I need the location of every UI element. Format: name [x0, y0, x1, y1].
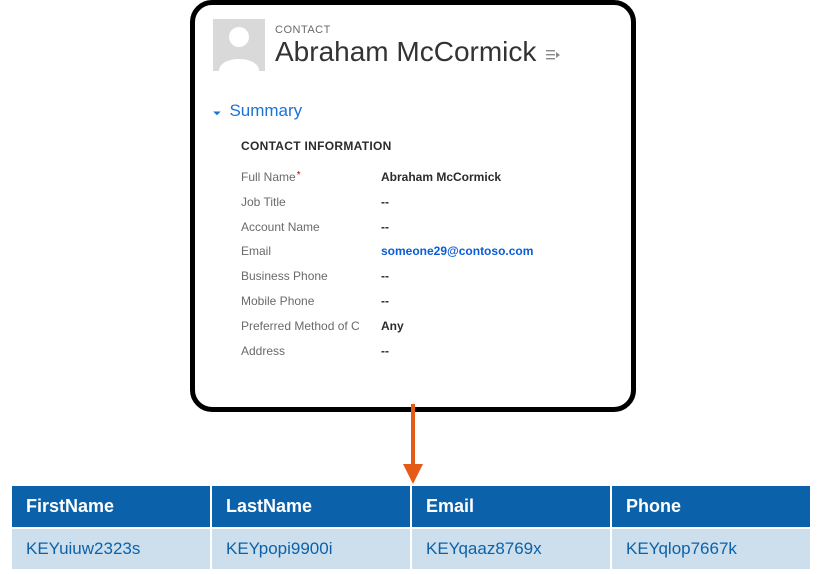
col-email: Email [411, 485, 611, 528]
field-address[interactable]: Address -- [241, 339, 613, 364]
col-firstname: FirstName [11, 485, 211, 528]
field-value: Abraham McCormick [381, 169, 501, 186]
cell-phone: KEYqlop7667k [611, 528, 811, 570]
field-mobile-phone[interactable]: Mobile Phone -- [241, 289, 613, 314]
cell-firstname: KEYuiuw2323s [11, 528, 211, 570]
contact-information-section: CONTACT INFORMATION Full Name* Abraham M… [213, 139, 613, 363]
field-value: -- [381, 268, 389, 285]
col-lastname: LastName [211, 485, 411, 528]
field-preferred-method[interactable]: Preferred Method of C Any [241, 314, 613, 339]
flow-arrow-icon [410, 404, 416, 484]
contact-card: CONTACT Abraham McCormick Summary CONTAC… [190, 0, 636, 412]
entity-type-label: CONTACT [275, 25, 613, 36]
cell-email: KEYqaaz8769x [411, 528, 611, 570]
field-label: Account Name [241, 219, 381, 236]
field-value: Any [381, 318, 404, 335]
contact-title: Abraham McCormick [275, 38, 536, 66]
card-header: CONTACT Abraham McCormick [213, 19, 613, 71]
field-value[interactable]: someone29@contoso.com [381, 243, 533, 260]
col-phone: Phone [611, 485, 811, 528]
field-label: Mobile Phone [241, 293, 381, 310]
field-label: Preferred Method of C [241, 318, 381, 335]
header-text: CONTACT Abraham McCormick [275, 25, 613, 66]
more-menu-icon[interactable] [546, 40, 560, 64]
field-value: -- [381, 293, 389, 310]
table-header-row: FirstName LastName Email Phone [11, 485, 811, 528]
field-email[interactable]: Email someone29@contoso.com [241, 239, 613, 264]
field-job-title[interactable]: Job Title -- [241, 190, 613, 215]
field-label: Business Phone [241, 268, 381, 285]
field-value: -- [381, 219, 389, 236]
field-label: Full Name* [241, 169, 381, 186]
field-account-name[interactable]: Account Name -- [241, 215, 613, 240]
field-business-phone[interactable]: Business Phone -- [241, 264, 613, 289]
field-label: Job Title [241, 194, 381, 211]
subsection-title: CONTACT INFORMATION [241, 139, 613, 153]
cell-lastname: KEYpopi9900i [211, 528, 411, 570]
field-label: Address [241, 343, 381, 360]
field-full-name[interactable]: Full Name* Abraham McCormick [241, 165, 613, 190]
field-value: -- [381, 343, 389, 360]
section-summary-label: Summary [229, 101, 302, 120]
table-row: KEYuiuw2323s KEYpopi9900i KEYqaaz8769x K… [11, 528, 811, 570]
database-table: FirstName LastName Email Phone KEYuiuw23… [10, 484, 812, 571]
avatar-placeholder-icon [213, 19, 265, 71]
required-indicator-icon: * [297, 170, 301, 181]
section-summary[interactable]: Summary [213, 101, 613, 121]
field-value: -- [381, 194, 389, 211]
field-label: Email [241, 243, 381, 260]
